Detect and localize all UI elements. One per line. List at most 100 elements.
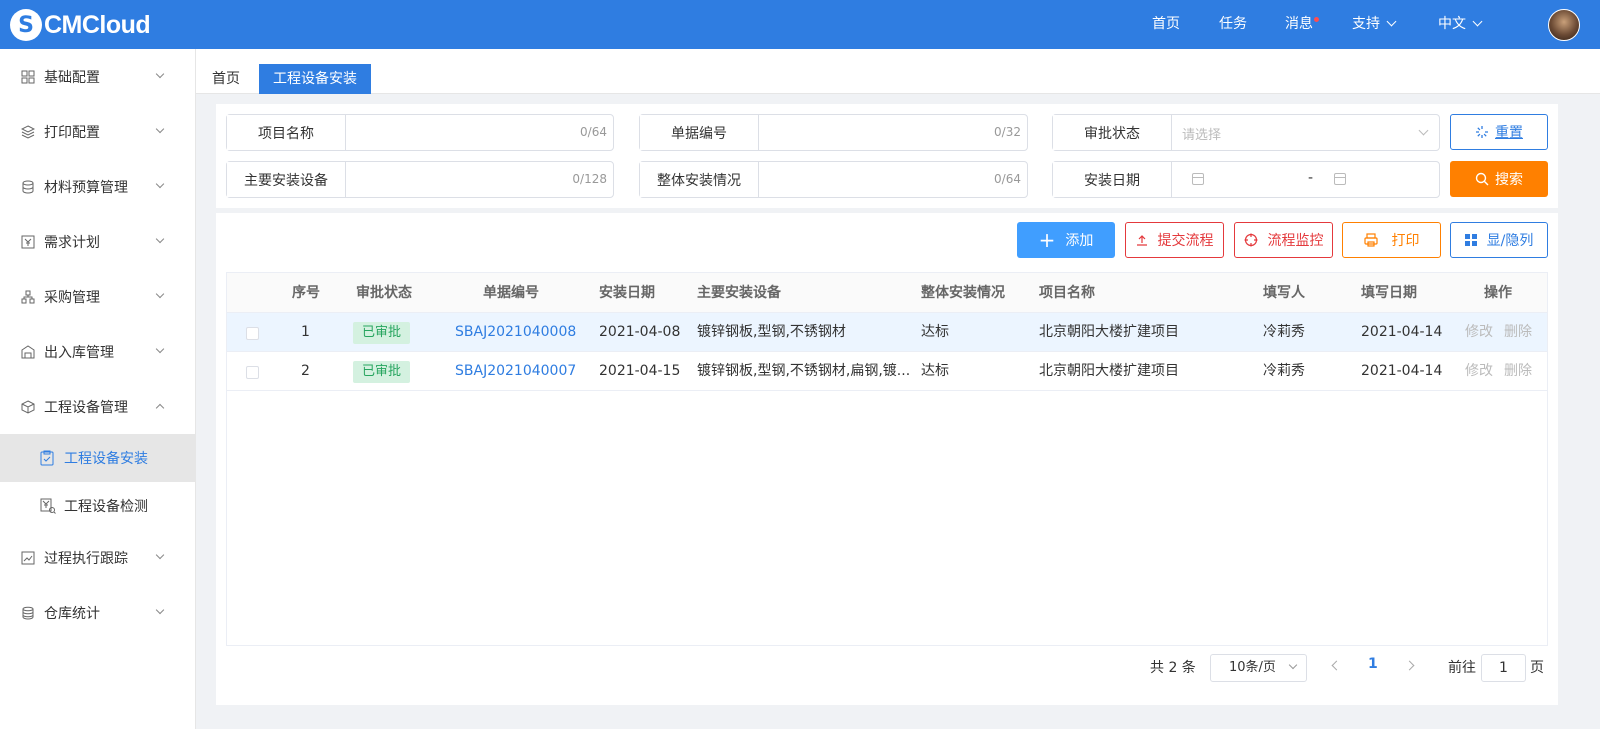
- cell-equipment: 镀锌钢板,型钢,不锈钢材,扁钢,镀...: [697, 363, 909, 379]
- current-page[interactable]: 1: [1368, 656, 1378, 672]
- col-header-actions: 操作: [1484, 285, 1512, 301]
- search-icon: [1475, 172, 1489, 186]
- col-header-no: 序号: [292, 285, 320, 301]
- chevron-down-icon: [1418, 125, 1429, 136]
- overall-status-input[interactable]: 0/64: [759, 162, 1027, 197]
- sidebar-item-material-budget[interactable]: 材料预算管理: [0, 159, 195, 214]
- nav-support[interactable]: 支持: [1352, 0, 1397, 49]
- chevron-down-icon: [1386, 16, 1397, 27]
- row-checkbox[interactable]: [246, 327, 259, 340]
- nav-messages[interactable]: 消息: [1285, 0, 1319, 49]
- install-date-field[interactable]: 安装日期 -: [1052, 161, 1440, 198]
- col-header-equipment: 主要安装设备: [697, 285, 781, 301]
- sidebar-item-label: 材料预算管理: [44, 179, 128, 196]
- grid-icon: [20, 69, 36, 85]
- nav-home[interactable]: 首页: [1152, 0, 1180, 49]
- loading-icon: [1475, 125, 1489, 139]
- approval-status-field[interactable]: 审批状态 请选择: [1052, 114, 1440, 151]
- main-equipment-input[interactable]: 0/128: [346, 162, 613, 197]
- project-name-input[interactable]: 0/64: [346, 115, 613, 150]
- sidebar-subitem-equipment-inspection[interactable]: 工程设备检测: [0, 482, 195, 530]
- doc-no-label: 单据编号: [640, 115, 759, 150]
- sidebar-item-label: 过程执行跟踪: [44, 550, 128, 567]
- nav-language[interactable]: 中文: [1438, 0, 1483, 49]
- overall-status-field[interactable]: 整体安装情况 0/64: [639, 161, 1028, 198]
- edit-link[interactable]: 修改: [1465, 313, 1493, 352]
- row-checkbox[interactable]: [246, 366, 259, 379]
- clipboard-check-icon: [40, 450, 56, 466]
- sidebar-item-inventory[interactable]: 出入库管理: [0, 324, 195, 379]
- logo[interactable]: S CMCloud: [10, 8, 151, 42]
- delete-link[interactable]: 删除: [1504, 352, 1532, 391]
- nav-messages-label: 消息: [1285, 16, 1313, 32]
- crosshair-icon: [1244, 233, 1258, 247]
- table-header: 序号 审批状态 单据编号 安装日期 主要安装设备 整体安装情况 项目名称 填写人…: [227, 273, 1547, 313]
- doc-no-field[interactable]: 单据编号 0/32: [639, 114, 1028, 151]
- char-counter: 0/32: [994, 125, 1021, 139]
- goto-page-input[interactable]: 1: [1481, 654, 1526, 682]
- sidebar-item-warehouse-stats[interactable]: 仓库统计: [0, 585, 195, 640]
- install-date-range[interactable]: -: [1172, 162, 1439, 197]
- delete-link[interactable]: 删除: [1504, 313, 1532, 352]
- cell-date: 2021-04-15: [599, 363, 681, 379]
- reset-button[interactable]: 重置: [1450, 114, 1548, 150]
- cell-doc-no-link[interactable]: SBAJ2021040008: [455, 313, 576, 352]
- sidebar-subitem-label: 工程设备检测: [64, 499, 148, 515]
- sidebar-item-label: 打印配置: [44, 124, 100, 141]
- monitor-flow-button[interactable]: 流程监控: [1234, 222, 1333, 258]
- avatar[interactable]: [1548, 9, 1580, 41]
- sidebar: 基础配置 打印配置 材料预算管理 需求计划 采购管理 出入库管理 工程设备管理 …: [0, 49, 196, 729]
- toggle-columns-button[interactable]: 显/隐列: [1450, 222, 1548, 258]
- monitor-flow-label: 流程监控: [1267, 233, 1324, 249]
- tab-home[interactable]: 首页: [198, 64, 254, 94]
- cell-doc-no-link[interactable]: SBAJ2021040007: [455, 352, 576, 391]
- date-separator: -: [1308, 170, 1314, 186]
- grid-icon: [1464, 234, 1477, 246]
- doc-no-input[interactable]: 0/32: [759, 115, 1027, 150]
- org-icon: [20, 289, 36, 305]
- cell-project: 北京朝阳大楼扩建项目: [1039, 324, 1179, 340]
- logo-s-icon: S: [10, 9, 42, 41]
- table-row[interactable]: 1 已审批 SBAJ2021040008 2021-04-08 镀锌钢板,型钢,…: [227, 313, 1547, 352]
- sidebar-item-label: 出入库管理: [44, 344, 114, 361]
- status-badge: 已审批: [353, 361, 411, 383]
- page-size-value: 10条/页: [1229, 660, 1276, 675]
- col-header-filler: 填写人: [1263, 285, 1305, 301]
- print-button[interactable]: 打印: [1342, 222, 1441, 258]
- table-row[interactable]: 2 已审批 SBAJ2021040007 2021-04-15 镀锌钢板,型钢,…: [227, 352, 1547, 391]
- submit-flow-button[interactable]: 提交流程: [1125, 222, 1224, 258]
- chevron-down-icon: [1472, 16, 1483, 27]
- sidebar-item-print-config[interactable]: 打印配置: [0, 104, 195, 159]
- chevron-down-icon: [155, 234, 165, 244]
- cell-project: 北京朝阳大楼扩建项目: [1039, 363, 1179, 379]
- calendar-icon: [1192, 173, 1204, 185]
- search-button[interactable]: 搜索: [1450, 161, 1548, 197]
- project-name-field[interactable]: 项目名称 0/64: [226, 114, 614, 151]
- char-counter: 0/64: [994, 172, 1021, 186]
- tab-equipment-install[interactable]: 工程设备安装: [259, 64, 371, 94]
- sidebar-item-demand-plan[interactable]: 需求计划: [0, 214, 195, 269]
- sidebar-item-basic-config[interactable]: 基础配置: [0, 49, 195, 104]
- track-icon: [20, 550, 36, 566]
- page-size-select[interactable]: 10条/页: [1210, 654, 1307, 682]
- yen-search-icon: [40, 498, 56, 514]
- add-button[interactable]: + 添加: [1017, 222, 1115, 258]
- status-badge: 已审批: [353, 322, 411, 344]
- char-counter: 0/128: [572, 172, 607, 186]
- cell-no: 1: [301, 324, 310, 340]
- warehouse-icon: [20, 344, 36, 360]
- approval-status-select[interactable]: 请选择: [1172, 115, 1439, 150]
- yen-doc-icon: [20, 234, 36, 250]
- sidebar-item-equipment-management[interactable]: 工程设备管理: [0, 379, 195, 434]
- sidebar-item-process-tracking[interactable]: 过程执行跟踪: [0, 530, 195, 585]
- coins-icon: [20, 605, 36, 621]
- sidebar-item-label: 采购管理: [44, 289, 100, 306]
- nav-tasks[interactable]: 任务: [1219, 0, 1247, 49]
- edit-link[interactable]: 修改: [1465, 352, 1493, 391]
- sidebar-subitem-equipment-install[interactable]: 工程设备安装: [0, 434, 195, 482]
- cell-equipment: 镀锌钢板,型钢,不锈钢材: [697, 324, 846, 340]
- cell-filler: 冷莉秀: [1263, 363, 1305, 379]
- sidebar-item-purchase[interactable]: 采购管理: [0, 269, 195, 324]
- char-counter: 0/64: [580, 125, 607, 139]
- main-equipment-field[interactable]: 主要安装设备 0/128: [226, 161, 614, 198]
